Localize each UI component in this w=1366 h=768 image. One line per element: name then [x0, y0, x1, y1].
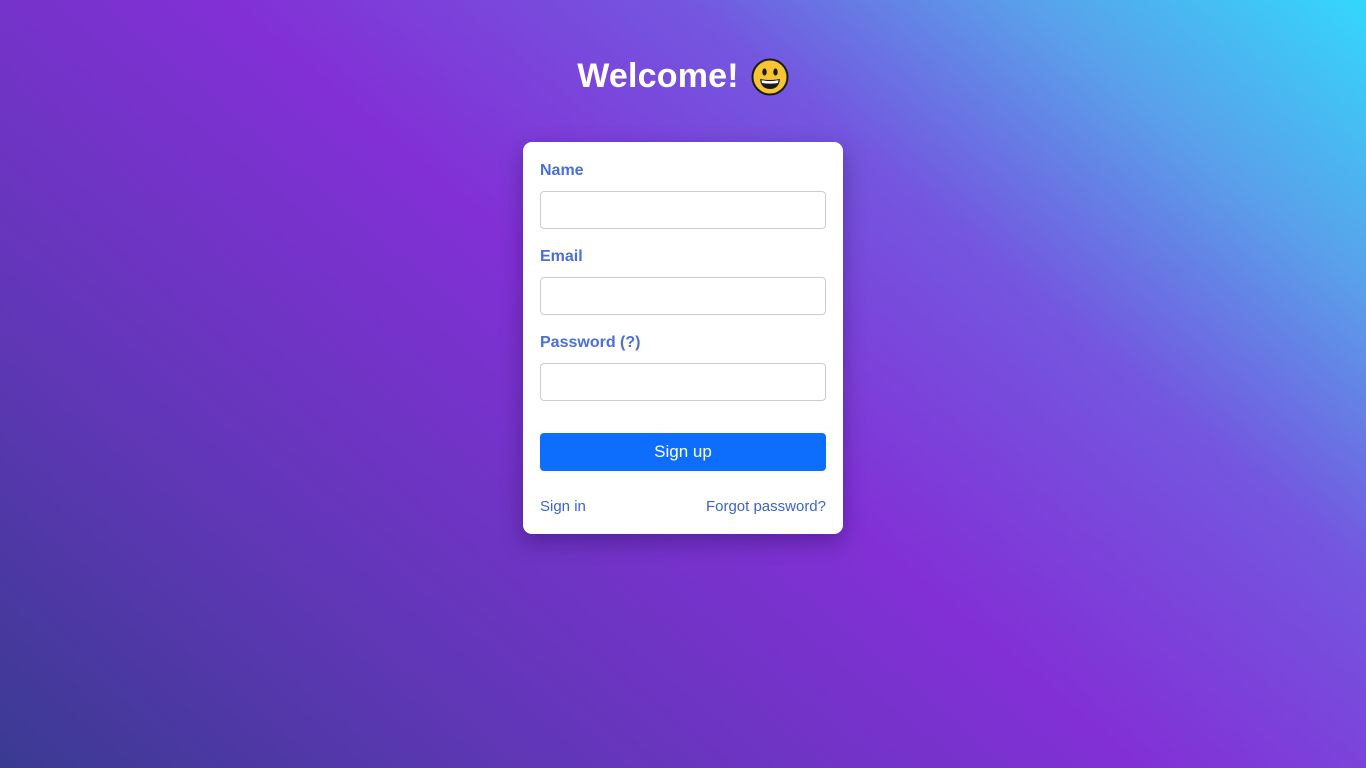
name-input[interactable]	[540, 191, 826, 229]
password-label: Password (?)	[540, 334, 641, 351]
smiling-face-icon	[751, 58, 789, 96]
password-input[interactable]	[540, 363, 826, 401]
page-title: Welcome!	[577, 57, 739, 95]
email-label: Email	[540, 248, 583, 265]
sign-up-button[interactable]: Sign up	[540, 433, 826, 471]
sign-in-link[interactable]: Sign in	[540, 497, 586, 517]
email-input[interactable]	[540, 277, 826, 315]
page-header: Welcome!	[0, 56, 1366, 96]
signup-card: Name Email Password (?) Sign up Sign in …	[523, 142, 843, 534]
name-label: Name	[540, 162, 584, 179]
forgot-password-link[interactable]: Forgot password?	[706, 497, 826, 517]
